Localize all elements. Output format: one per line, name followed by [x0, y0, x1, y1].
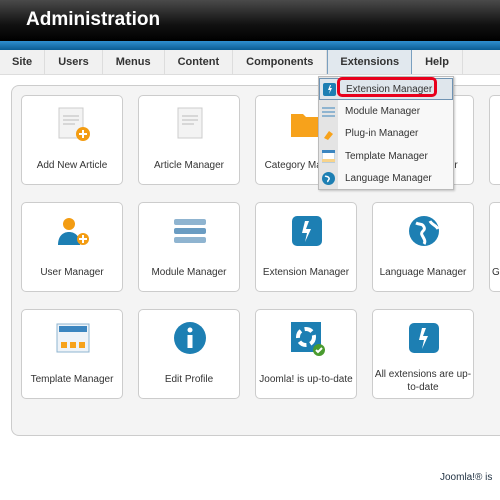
dropdown-item-label: Language Manager — [345, 173, 432, 184]
quick-icon-label: Joomla! is up-to-date — [259, 374, 353, 385]
quick-icon-card[interactable]: Article Manager — [138, 95, 240, 185]
dropdown-item-label: Template Manager — [345, 150, 428, 162]
globe-icon — [409, 216, 440, 246]
header-band — [0, 41, 500, 50]
dropdown-item-label: Module Manager — [345, 105, 421, 117]
quick-icon-card[interactable]: Extension Manager — [255, 202, 357, 292]
extension-icon — [323, 83, 336, 96]
main-menu: Site Users Menus Content Components Exte… — [0, 50, 500, 75]
quick-icon-card[interactable]: Template Manager — [21, 309, 123, 399]
module-icon — [174, 219, 206, 243]
menu-content[interactable]: Content — [165, 50, 234, 74]
menu-menus[interactable]: Menus — [103, 50, 165, 74]
quick-icon-label: Module Manager — [151, 267, 227, 278]
quick-icon-card[interactable]: User Manager — [21, 202, 123, 292]
header: Administration — [0, 0, 500, 41]
template-icon — [56, 323, 90, 353]
quick-icon-label: Template Manager — [30, 374, 114, 385]
quick-icon-label: Edit Profile — [164, 374, 214, 385]
dropdown-item-module-manager[interactable]: Module Manager — [319, 101, 453, 123]
quick-icon-card[interactable]: Module Manager — [138, 202, 240, 292]
article-icon — [177, 107, 203, 139]
quick-icon-card[interactable]: Edit Profile — [138, 309, 240, 399]
quick-icon-label: Article Manager — [153, 160, 225, 171]
footer-text: Joomla!® is — [440, 472, 493, 483]
extension-icon — [292, 216, 322, 246]
dropdown-item-plug-in-manager[interactable]: Plug-in Manager — [319, 123, 453, 145]
quick-icon-label: Add New Article — [36, 160, 108, 171]
quick-icon-card[interactable]: G — [489, 202, 500, 292]
quick-icon-label: User Manager — [40, 267, 104, 278]
quick-icon-label: Language Manager — [379, 267, 467, 278]
menu-users[interactable]: Users — [45, 50, 103, 74]
highlight-annotation — [337, 77, 437, 97]
plugin-icon — [324, 131, 333, 140]
quick-icon-label: All extensions are up-to-date — [374, 369, 472, 393]
menu-components[interactable]: Components — [233, 50, 328, 74]
quick-icon-card[interactable]: Add New Article — [21, 95, 123, 185]
quick-icon-card[interactable] — [489, 95, 500, 185]
menu-extensions[interactable]: Extensions — [327, 50, 413, 74]
dropdown-item-language-manager[interactable]: Language Manager — [319, 168, 453, 190]
joomla-check-icon — [291, 322, 325, 356]
menu-site[interactable]: Site — [0, 50, 46, 74]
dropdown-item-template-manager[interactable]: Template Manager — [319, 146, 453, 168]
extension-icon — [409, 323, 439, 353]
add-article-icon — [58, 107, 90, 141]
module-icon — [322, 106, 335, 117]
app-title: Administration — [26, 9, 161, 30]
template-icon — [322, 149, 335, 162]
info-icon — [174, 322, 206, 354]
quick-icon-card[interactable]: Joomla! is up-to-date — [255, 309, 357, 399]
language-icon — [322, 172, 335, 185]
quick-icon-label: G — [492, 267, 500, 278]
users-icon — [58, 218, 89, 245]
quick-icon-card[interactable]: Language Manager — [372, 202, 474, 292]
quick-icon-label: Extension Manager — [262, 267, 350, 278]
quick-icon-card[interactable]: All extensions are up-to-date — [372, 309, 474, 399]
dropdown-item-label: Plug-in Manager — [345, 128, 419, 139]
menu-help[interactable]: Help — [412, 50, 463, 74]
